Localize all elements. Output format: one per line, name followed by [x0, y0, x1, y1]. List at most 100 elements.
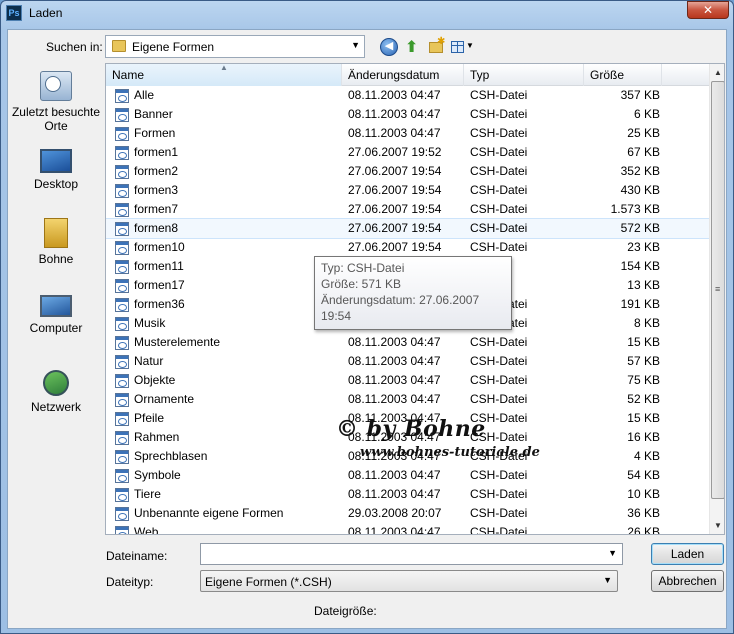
- csh-file-icon: [115, 374, 129, 388]
- user-folder-icon: [44, 218, 68, 248]
- scroll-thumb[interactable]: ≡: [711, 81, 724, 499]
- csh-file-icon: [115, 203, 129, 217]
- column-name[interactable]: Name ▲: [106, 64, 342, 86]
- lookin-dropdown[interactable]: Eigene Formen ▼: [105, 35, 365, 58]
- sort-ascending-icon: ▲: [220, 63, 228, 72]
- place-recent[interactable]: Zuletzt besuchte Orte: [10, 71, 102, 133]
- file-name: Alle: [134, 88, 155, 102]
- file-row[interactable]: Banner 08.11.2003 04:47 CSH-Datei 6 KB: [106, 105, 709, 124]
- file-name: Pfeile: [134, 411, 165, 425]
- place-desktop[interactable]: Desktop: [10, 143, 102, 191]
- csh-file-icon: [115, 317, 129, 331]
- csh-file-icon: [115, 507, 129, 521]
- file-row[interactable]: Natur 08.11.2003 04:47 CSH-Datei 57 KB: [106, 352, 709, 371]
- computer-icon: [40, 295, 72, 317]
- file-size: 15 KB: [627, 335, 660, 349]
- file-row[interactable]: Alle 08.11.2003 04:47 CSH-Datei 357 KB: [106, 86, 709, 105]
- place-computer[interactable]: Computer: [10, 295, 102, 335]
- column-date[interactable]: Änderungsdatum: [342, 64, 464, 86]
- file-name: Web: [134, 525, 159, 535]
- place-bohne[interactable]: Bohne: [10, 218, 102, 266]
- file-date: 08.11.2003 04:47: [348, 88, 441, 102]
- file-type: CSH-Datei: [470, 202, 528, 216]
- file-date: 29.03.2008 20:07: [348, 506, 442, 520]
- place-network[interactable]: Netzwerk: [10, 370, 102, 414]
- file-row[interactable]: formen3 27.06.2007 19:54 CSH-Datei 430 KB: [106, 181, 709, 200]
- file-size: 67 KB: [627, 145, 660, 159]
- lookin-value: Eigene Formen: [132, 40, 215, 54]
- chevron-down-icon: ▼: [351, 40, 360, 50]
- file-type: CSH-Datei: [470, 487, 528, 501]
- file-row[interactable]: formen8 27.06.2007 19:54 CSH-Datei 572 KB: [106, 218, 710, 239]
- file-date: 08.11.2003 04:47: [348, 354, 441, 368]
- file-row[interactable]: Web 08.11.2003 04:47 CSH-Datei 26 KB: [106, 523, 709, 535]
- csh-file-icon: [115, 526, 129, 534]
- file-row[interactable]: Unbenannte eigene Formen 29.03.2008 20:07…: [106, 504, 709, 523]
- file-row[interactable]: formen7 27.06.2007 19:54 CSH-Datei 1.573 KB: [106, 200, 709, 219]
- file-type: CSH-Datei: [470, 183, 528, 197]
- view-menu-icon[interactable]: ▼: [450, 38, 474, 56]
- back-icon[interactable]: ◀: [380, 38, 398, 56]
- file-type: CSH-Datei: [470, 335, 528, 349]
- file-row[interactable]: Formen 08.11.2003 04:47 CSH-Datei 25 KB: [106, 124, 709, 143]
- file-size: 75 KB: [627, 373, 660, 387]
- file-type: CSH-Datei: [470, 240, 528, 254]
- filename-label: Dateiname:: [106, 549, 168, 563]
- scroll-up-icon[interactable]: ▲: [710, 64, 724, 81]
- file-type: CSH-Datei: [470, 392, 528, 406]
- grip-icon: ≡: [715, 284, 721, 294]
- file-type: CSH-Datei: [470, 164, 528, 178]
- folder-icon: [112, 40, 126, 52]
- file-date: 27.06.2007 19:54: [348, 202, 442, 216]
- file-date: 08.11.2003 04:47: [348, 107, 441, 121]
- file-name: Symbole: [134, 468, 181, 482]
- file-row[interactable]: formen10 27.06.2007 19:54 CSH-Datei 23 KB: [106, 238, 709, 257]
- recent-places-icon: [40, 71, 72, 101]
- file-row[interactable]: Tiere 08.11.2003 04:47 CSH-Datei 10 KB: [106, 485, 709, 504]
- csh-file-icon: [115, 336, 129, 350]
- places-bar: Zuletzt besuchte Orte Desktop Bohne Comp…: [10, 63, 102, 533]
- file-name: formen1: [134, 145, 179, 159]
- file-size: 352 KB: [620, 164, 660, 178]
- vertical-scrollbar[interactable]: ▲ ≡ ▼: [709, 64, 724, 534]
- file-date: 08.11.2003 04:47: [348, 487, 441, 501]
- chevron-down-icon[interactable]: ▼: [608, 548, 617, 558]
- file-row[interactable]: formen2 27.06.2007 19:54 CSH-Datei 352 KB: [106, 162, 709, 181]
- file-row[interactable]: Symbole 08.11.2003 04:47 CSH-Datei 54 KB: [106, 466, 709, 485]
- column-type[interactable]: Typ: [464, 64, 584, 86]
- filetype-value: Eigene Formen (*.CSH): [205, 575, 332, 589]
- column-header: Name ▲ Änderungsdatum Typ Größe: [106, 64, 709, 86]
- new-folder-icon[interactable]: ✱: [427, 36, 445, 56]
- chevron-down-icon: ▼: [466, 41, 474, 50]
- file-date: 08.11.2003 04:47: [348, 525, 441, 535]
- file-name: Natur: [134, 354, 164, 368]
- file-type: CSH-Datei: [470, 126, 528, 140]
- up-folder-icon[interactable]: ⬆: [405, 38, 423, 56]
- close-button[interactable]: ✕: [687, 1, 729, 19]
- csh-file-icon: [115, 279, 129, 293]
- file-date: 27.06.2007 19:54: [348, 240, 442, 254]
- column-size[interactable]: Größe: [584, 64, 662, 86]
- file-size: 54 KB: [627, 468, 660, 482]
- scroll-down-icon[interactable]: ▼: [710, 517, 724, 534]
- csh-file-icon: [115, 488, 129, 502]
- filename-input[interactable]: ▼: [200, 543, 623, 565]
- tooltip-size: Größe: 571 KB: [321, 277, 402, 291]
- file-row[interactable]: Ornamente 08.11.2003 04:47 CSH-Datei 52 KB: [106, 390, 709, 409]
- watermark-url: www.bohnes-tutoriale.de: [360, 445, 540, 460]
- file-name: formen3: [134, 183, 179, 197]
- load-button[interactable]: Laden: [651, 543, 724, 565]
- filetype-dropdown[interactable]: Eigene Formen (*.CSH) ▼: [200, 570, 618, 592]
- title-bar[interactable]: Ps Laden ✕: [1, 1, 733, 25]
- file-row[interactable]: Musterelemente 08.11.2003 04:47 CSH-Datei 1…: [106, 333, 709, 352]
- file-row[interactable]: Objekte 08.11.2003 04:47 CSH-Datei 75 KB: [106, 371, 709, 390]
- file-name: formen17: [134, 278, 185, 292]
- filetype-label: Dateityp:: [106, 575, 154, 589]
- file-size: 4 KB: [633, 449, 660, 463]
- cancel-button[interactable]: Abbrechen: [651, 570, 724, 592]
- file-row[interactable]: formen1 27.06.2007 19:52 CSH-Datei 67 KB: [106, 143, 709, 162]
- file-date: 08.11.2003 04:47: [348, 126, 441, 140]
- window-title: Laden: [29, 6, 63, 20]
- csh-file-icon: [115, 165, 129, 179]
- tooltip-date: Änderungsdatum: 27.06.2007 19:54: [321, 293, 480, 323]
